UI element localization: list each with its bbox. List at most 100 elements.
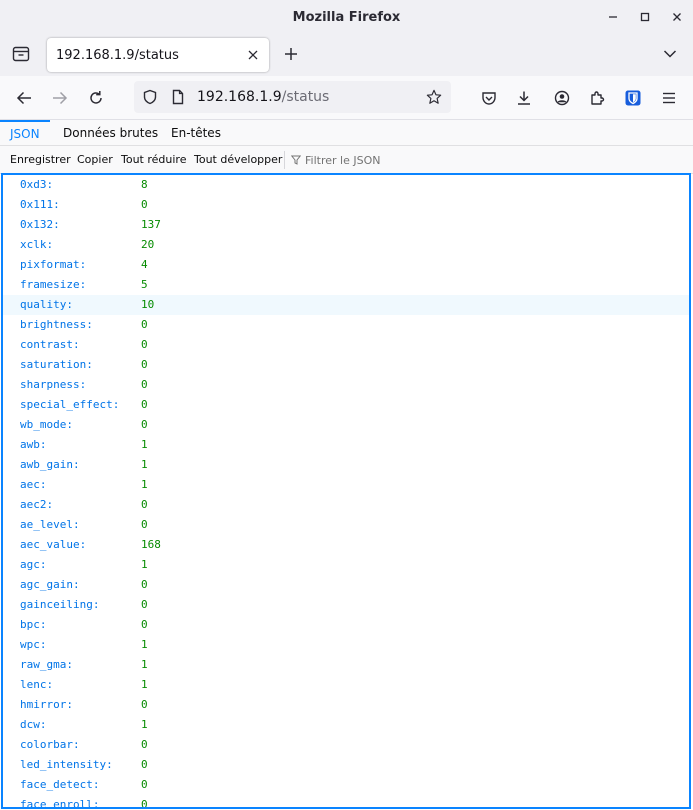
json-row[interactable]: aec_value: 168 [3, 535, 689, 555]
json-row[interactable]: dcw: 1 [3, 715, 689, 735]
json-row[interactable]: 0x111: 0 [3, 195, 689, 215]
close-window-button[interactable] [661, 0, 693, 34]
json-row[interactable]: agc_gain: 0 [3, 575, 689, 595]
back-button[interactable] [9, 83, 39, 113]
page-icon[interactable] [170, 89, 186, 105]
json-key: agc_gain: [20, 578, 80, 591]
json-row[interactable]: quality: 10 [3, 295, 689, 315]
json-key: gainceiling: [20, 598, 100, 611]
json-row[interactable]: colorbar: 0 [3, 735, 689, 755]
collapse-all-button[interactable]: Tout réduire [121, 153, 186, 166]
browser-window: Mozilla Firefox 192.168.1.9/status 192.1… [0, 0, 693, 810]
json-row[interactable]: lenc: 1 [3, 675, 689, 695]
json-value: 8 [141, 178, 148, 191]
json-tree[interactable]: 0xd3: 8 0x111: 0 0x132: 137 xclk: 20 pixformat: 4… [1, 173, 691, 809]
url-bar[interactable]: 192.168.1.9/status [134, 81, 451, 113]
json-row[interactable]: framesize: 5 [3, 275, 689, 295]
json-row[interactable]: awb_gain: 1 [3, 455, 689, 475]
json-row[interactable]: ae_level: 0 [3, 515, 689, 535]
json-row[interactable]: pixformat: 4 [3, 255, 689, 275]
json-value: 0 [141, 618, 148, 631]
json-value: 1 [141, 718, 148, 731]
json-value: 5 [141, 278, 148, 291]
downloads-button[interactable] [509, 83, 539, 113]
json-row[interactable]: contrast: 0 [3, 335, 689, 355]
app-menu-button[interactable] [654, 83, 684, 113]
bitwarden-button[interactable] [618, 83, 648, 113]
json-row[interactable]: wpc: 1 [3, 635, 689, 655]
minimize-icon [609, 16, 617, 18]
json-key: agc: [20, 558, 47, 571]
json-row[interactable]: hmirror: 0 [3, 695, 689, 715]
tab-json[interactable]: JSON [0, 120, 50, 146]
json-key: raw_gma: [20, 658, 73, 671]
pocket-button[interactable] [474, 83, 504, 113]
json-value: 0 [141, 578, 148, 591]
json-key: sharpness: [20, 378, 87, 391]
new-tab-button[interactable] [278, 40, 304, 68]
json-row[interactable]: raw_gma: 1 [3, 655, 689, 675]
json-rows: 0xd3: 8 0x111: 0 0x132: 137 xclk: 20 pixformat: 4… [3, 175, 689, 809]
json-row[interactable]: xclk: 20 [3, 235, 689, 255]
json-key: 0xd3: [20, 178, 54, 191]
expand-all-button[interactable]: Tout développer [194, 153, 282, 166]
json-row[interactable]: saturation: 0 [3, 355, 689, 375]
json-key: aec: [20, 478, 47, 491]
json-row[interactable]: 0x132: 137 [3, 215, 689, 235]
firefox-view-button[interactable] [8, 40, 34, 68]
bookmark-star-icon[interactable] [426, 89, 442, 105]
json-key: pixformat: [20, 258, 87, 271]
forward-button[interactable] [45, 83, 75, 113]
save-button[interactable]: Enregistrer [10, 153, 71, 166]
reload-button[interactable] [81, 83, 111, 113]
plus-icon [285, 48, 297, 60]
puzzle-icon [591, 91, 605, 105]
json-viewer-tabs: JSON Données brutes En-têtes [0, 120, 693, 146]
json-value: 1 [141, 438, 148, 451]
shield-icon[interactable] [142, 89, 158, 105]
bitwarden-icon [625, 90, 641, 106]
maximize-button[interactable] [629, 0, 661, 34]
json-row[interactable]: bpc: 0 [3, 615, 689, 635]
json-value: 10 [141, 298, 155, 311]
account-button[interactable] [547, 83, 577, 113]
json-value: 137 [141, 218, 161, 231]
tab-status[interactable]: 192.168.1.9/status [47, 38, 269, 72]
tab-strip: 192.168.1.9/status [0, 34, 693, 76]
filter-json-input[interactable]: Filtrer le JSON [284, 151, 380, 169]
tab-headers[interactable]: En-têtes [161, 120, 231, 146]
json-row[interactable]: face_detect: 0 [3, 775, 689, 795]
json-row[interactable]: special_effect: 0 [3, 395, 689, 415]
json-row[interactable]: aec: 1 [3, 475, 689, 495]
tab-close-button[interactable] [245, 47, 261, 63]
url-text[interactable]: 192.168.1.9/status [197, 89, 329, 105]
json-row[interactable]: agc: 1 [3, 555, 689, 575]
json-value: 0 [141, 418, 148, 431]
json-row[interactable]: face_enroll: 0 [3, 795, 689, 809]
copy-button[interactable]: Copier [77, 153, 113, 166]
url-host: 192.168.1.9 [197, 89, 282, 105]
maximize-icon [640, 12, 650, 22]
list-all-tabs-button[interactable] [657, 40, 683, 68]
minimize-button[interactable] [597, 0, 629, 34]
filter-icon [291, 155, 301, 165]
json-key: face_enroll: [20, 798, 100, 809]
json-key: saturation: [20, 358, 93, 371]
close-icon [673, 13, 681, 21]
json-row[interactable]: gainceiling: 0 [3, 595, 689, 615]
hamburger-menu-icon [663, 92, 675, 104]
json-row[interactable]: 0xd3: 8 [3, 175, 689, 195]
json-row[interactable]: brightness: 0 [3, 315, 689, 335]
tab-raw-data[interactable]: Données brutes [53, 120, 168, 146]
json-key: face_detect: [20, 778, 100, 791]
firefox-view-icon [12, 46, 30, 62]
json-row[interactable]: sharpness: 0 [3, 375, 689, 395]
json-row[interactable]: awb: 1 [3, 435, 689, 455]
json-row[interactable]: led_intensity: 0 [3, 755, 689, 775]
json-row[interactable]: wb_mode: 0 [3, 415, 689, 435]
extensions-button[interactable] [582, 83, 612, 113]
json-key: hmirror: [20, 698, 73, 711]
json-row[interactable]: aec2: 0 [3, 495, 689, 515]
json-value: 0 [141, 518, 148, 531]
json-key: bpc: [20, 618, 47, 631]
